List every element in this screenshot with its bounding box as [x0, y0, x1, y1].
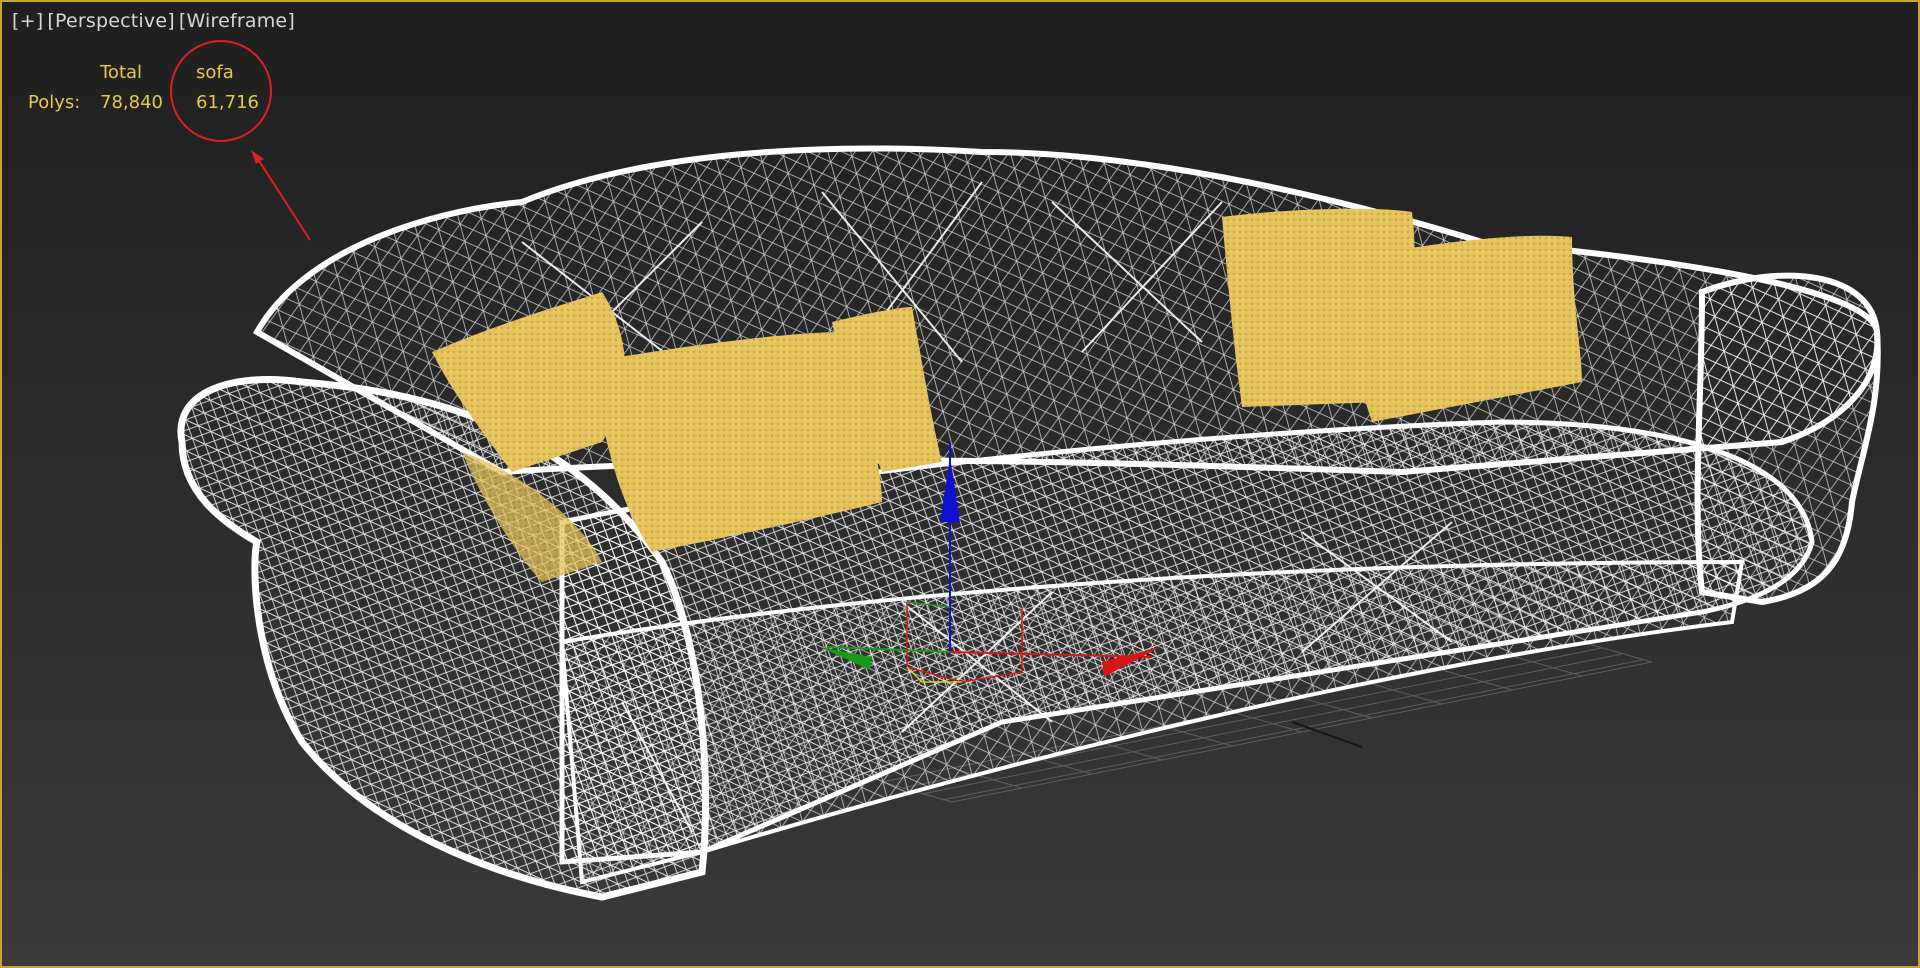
sofa-wireframe[interactable]	[177, 145, 1881, 901]
viewport-label-bar: [+] [Perspective] [Wireframe]	[10, 10, 297, 32]
viewport-view-menu[interactable]: [Perspective]	[45, 10, 176, 32]
annotation-arrow	[251, 150, 311, 241]
stats-total-polys: 78,840	[100, 92, 163, 113]
stats-polys-label: Polys:	[28, 92, 81, 113]
scene-canvas[interactable]	[2, 2, 1918, 966]
viewport-perspective[interactable]: [+] [Perspective] [Wireframe] Total sofa P…	[0, 0, 1920, 968]
stats-object-polys: 61,716	[196, 92, 259, 113]
sofa-right-arm	[1694, 272, 1881, 606]
poly-stats: Total sofa Polys: 78,840 61,716	[28, 62, 288, 122]
stats-object-header: sofa	[196, 62, 234, 83]
viewport-plus-menu[interactable]: [+]	[10, 10, 45, 32]
stats-total-header: Total	[100, 62, 143, 83]
viewport-shading-menu[interactable]: [Wireframe]	[177, 10, 297, 32]
